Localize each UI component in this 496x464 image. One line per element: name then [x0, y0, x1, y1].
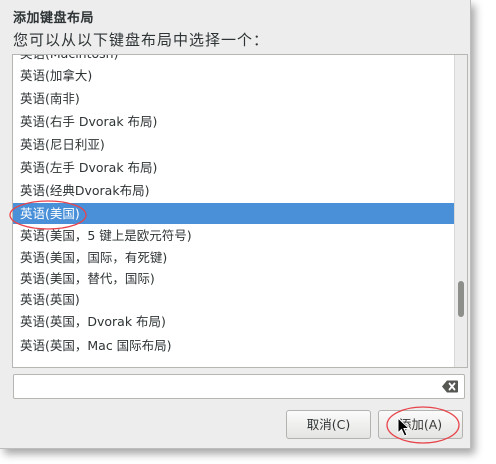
layout-list-item[interactable]: 英语(左手 Dvorak 布局) [13, 157, 454, 178]
scrollbar-thumb[interactable] [458, 281, 464, 317]
layout-list-item[interactable]: 英语(英国，Mac 国际布局) [13, 335, 454, 356]
layout-list-frame: 英语(Macintosh)英语(加拿大)英语(南非)英语(右手 Dvorak 布… [12, 54, 468, 368]
layout-list-item[interactable]: 英语(南非) [13, 88, 454, 109]
layout-list-item[interactable]: 英语(尼日利亚) [13, 134, 454, 155]
search-field[interactable] [13, 374, 465, 399]
search-input[interactable] [18, 377, 442, 398]
layout-list-item[interactable]: 英语(加拿大) [13, 65, 454, 86]
layout-list-item[interactable]: 英语(美国，5 键上是欧元符号) [13, 225, 454, 246]
layout-list-item[interactable]: 英语(英国，Dvorak 布局) [13, 311, 454, 332]
layout-list-item[interactable]: 英语(美国，替代，国际) [13, 268, 454, 289]
add-keyboard-layout-dialog: 添加键盘布局 您可以从以下键盘布局中选择一个： 英语(Macintosh)英语(… [0, 0, 471, 449]
add-button[interactable]: 添加(A) [378, 410, 463, 439]
layout-list-item[interactable]: 英语(经典Dvorak布局) [13, 180, 454, 201]
layout-list-item[interactable]: 英语(右手 Dvorak 布局) [13, 111, 454, 132]
dialog-subtitle: 您可以从以下键盘布局中选择一个： [13, 31, 270, 49]
layout-list-item[interactable]: 英语(美国) [13, 203, 454, 224]
dialog-title: 添加键盘布局 [13, 11, 95, 26]
cancel-button[interactable]: 取消(C) [286, 410, 371, 439]
layout-list-viewport[interactable]: 英语(Macintosh)英语(加拿大)英语(南非)英语(右手 Dvorak 布… [13, 55, 454, 367]
layout-list-item[interactable]: 英语(英国) [13, 289, 454, 310]
layout-list-item[interactable]: 英语(Macintosh) [13, 55, 454, 64]
backspace-clear-icon[interactable] [442, 380, 458, 393]
layout-list-item[interactable]: 英语(美国，国际，有死键) [13, 247, 454, 268]
layout-list-scrollbar[interactable] [454, 55, 467, 367]
